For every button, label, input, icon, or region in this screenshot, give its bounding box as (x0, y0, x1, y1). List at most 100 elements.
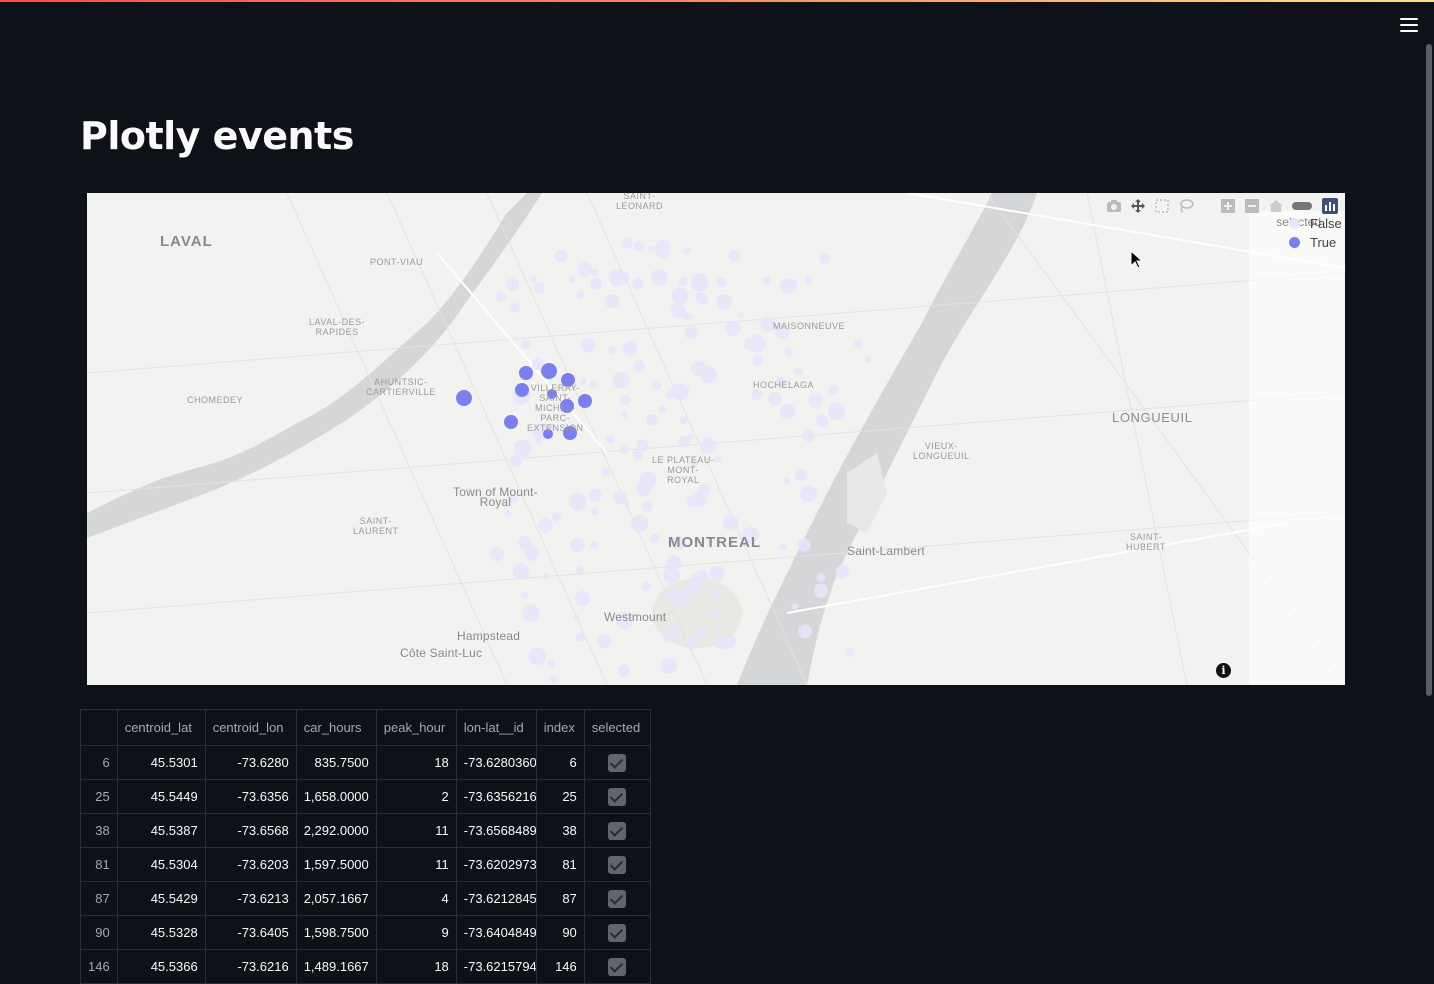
column-header-centroid-lat[interactable]: centroid_lat (116, 709, 206, 746)
zoom-in-icon[interactable] (1219, 197, 1237, 215)
cell-centroid-lon[interactable]: -73.6356 (204, 779, 297, 814)
cell-index[interactable]: 146 (535, 949, 585, 984)
column-header-selected[interactable]: selected (583, 709, 651, 746)
column-header-centroid-lon[interactable]: centroid_lon (204, 709, 297, 746)
cell-lon-lat-id[interactable]: -73.6215794 (455, 949, 537, 984)
cell-lon-lat-id[interactable]: -73.6404849 (455, 915, 537, 950)
scrollbar[interactable] (1426, 44, 1432, 696)
cell-centroid-lon[interactable]: -73.6568 (204, 813, 297, 848)
cell-selected[interactable] (583, 949, 651, 984)
map-label-westmount: Westmount (604, 610, 667, 624)
map-marker-false (804, 276, 813, 285)
map-marker-false (816, 573, 826, 582)
cell-lon-lat-id[interactable]: -73.6568489 (455, 813, 537, 848)
table-row[interactable]: 81 45.5304 -73.6203 1,597.5000 11 -73.62… (80, 847, 651, 882)
row-index: 25 (80, 779, 118, 814)
table-row[interactable]: 146 45.5366 -73.6216 1,489.1667 18 -73.6… (80, 949, 651, 984)
cell-lon-lat-id[interactable]: -73.6202973 (455, 847, 537, 882)
cell-index[interactable]: 25 (535, 779, 585, 814)
checkbox-checked-icon[interactable] (608, 889, 627, 908)
cell-selected[interactable] (583, 779, 651, 814)
cell-centroid-lon[interactable]: -73.6405 (204, 915, 297, 950)
cell-lon-lat-id[interactable]: -73.6212845 (455, 881, 537, 916)
cell-car-hours[interactable]: 1,598.7500 (295, 915, 377, 950)
cell-car-hours[interactable]: 2,292.0000 (295, 813, 377, 848)
cell-selected[interactable] (583, 745, 651, 780)
cell-centroid-lat[interactable]: 45.5366 (116, 949, 206, 984)
column-header-index-col[interactable]: index (535, 709, 585, 746)
map-chart[interactable]: LAVAL PONT-VIAU LAVAL-DES- RAPIDES CHOME… (87, 193, 1345, 685)
cell-centroid-lat[interactable]: 45.5304 (116, 847, 206, 882)
cell-car-hours[interactable]: 1,658.0000 (295, 779, 377, 814)
column-header-car-hours[interactable]: car_hours (295, 709, 377, 746)
cell-selected[interactable] (583, 915, 651, 950)
map-marker-false (550, 675, 558, 683)
map-marker-false (682, 246, 692, 256)
table-row[interactable]: 6 45.5301 -73.6280 835.7500 18 -73.62803… (80, 745, 651, 780)
cell-index[interactable]: 90 (535, 915, 585, 950)
checkbox-checked-icon[interactable] (608, 821, 627, 840)
cell-centroid-lon[interactable]: -73.6280 (204, 745, 297, 780)
cell-index[interactable]: 81 (535, 847, 585, 882)
cell-index[interactable]: 87 (535, 881, 585, 916)
table-row[interactable]: 25 45.5449 -73.6356 1,658.0000 2 -73.635… (80, 779, 651, 814)
map-marker-false (658, 405, 667, 414)
toggle-icon[interactable] (1291, 197, 1315, 215)
cell-car-hours[interactable]: 2,057.1667 (295, 881, 377, 916)
info-icon[interactable]: i (1216, 663, 1231, 678)
map-marker-true (504, 415, 518, 429)
map-marker-false (714, 634, 729, 650)
box-select-icon[interactable] (1153, 197, 1171, 215)
cell-centroid-lat[interactable]: 45.5387 (116, 813, 206, 848)
checkbox-checked-icon[interactable] (608, 753, 627, 772)
pan-icon[interactable] (1129, 197, 1147, 215)
camera-icon[interactable] (1105, 197, 1123, 215)
map-marker-false (538, 518, 553, 533)
checkbox-checked-icon[interactable] (608, 957, 627, 976)
table-row[interactable]: 87 45.5429 -73.6213 2,057.1667 4 -73.621… (80, 881, 651, 916)
cell-index[interactable]: 38 (535, 813, 585, 848)
map-marker-false (601, 467, 611, 476)
cell-centroid-lon[interactable]: -73.6213 (204, 881, 297, 916)
cell-lon-lat-id[interactable]: -73.6356216 (455, 779, 537, 814)
column-header-lon-lat-id[interactable]: lon-lat__id (455, 709, 537, 746)
cell-peak-hour[interactable]: 11 (375, 813, 457, 848)
cell-peak-hour[interactable]: 2 (375, 779, 457, 814)
table-row[interactable]: 90 45.5328 -73.6405 1,598.7500 9 -73.640… (80, 915, 651, 950)
cell-peak-hour[interactable]: 18 (375, 949, 457, 984)
cell-lon-lat-id[interactable]: -73.6280360 (455, 745, 537, 780)
cell-peak-hour[interactable]: 11 (375, 847, 457, 882)
cell-index[interactable]: 6 (535, 745, 585, 780)
plotly-logo-icon[interactable] (1321, 197, 1339, 215)
cell-selected[interactable] (583, 881, 651, 916)
cell-centroid-lat[interactable]: 45.5429 (116, 881, 206, 916)
cell-peak-hour[interactable]: 9 (375, 915, 457, 950)
cell-peak-hour[interactable]: 4 (375, 881, 457, 916)
legend-item-false[interactable]: False (1289, 216, 1342, 231)
cell-peak-hour[interactable]: 18 (375, 745, 457, 780)
cell-car-hours[interactable]: 1,597.5000 (295, 847, 377, 882)
hamburger-menu-icon[interactable] (1396, 14, 1422, 36)
cell-centroid-lat[interactable]: 45.5449 (116, 779, 206, 814)
cell-centroid-lon[interactable]: -73.6203 (204, 847, 297, 882)
reset-icon[interactable] (1267, 197, 1285, 215)
column-header-peak-hour[interactable]: peak_hour (375, 709, 457, 746)
cell-centroid-lat[interactable]: 45.5301 (116, 745, 206, 780)
cell-centroid-lon[interactable]: -73.6216 (204, 949, 297, 984)
map-marker-false (699, 365, 718, 384)
map-marker-false (650, 533, 660, 544)
cell-car-hours[interactable]: 835.7500 (295, 745, 377, 780)
table-row[interactable]: 38 45.5387 -73.6568 2,292.0000 11 -73.65… (80, 813, 651, 848)
checkbox-checked-icon[interactable] (608, 855, 627, 874)
zoom-out-icon[interactable] (1243, 197, 1261, 215)
checkbox-checked-icon[interactable] (608, 923, 627, 942)
cell-selected[interactable] (583, 847, 651, 882)
legend-item-true[interactable]: True (1289, 235, 1336, 250)
checkbox-checked-icon[interactable] (608, 787, 627, 806)
cell-selected[interactable] (583, 813, 651, 848)
lasso-icon[interactable] (1177, 197, 1195, 215)
cell-car-hours[interactable]: 1,489.1667 (295, 949, 377, 984)
cell-centroid-lat[interactable]: 45.5328 (116, 915, 206, 950)
data-table[interactable]: centroid_lat centroid_lon car_hours peak… (80, 709, 651, 984)
map-marker-false (663, 635, 671, 643)
